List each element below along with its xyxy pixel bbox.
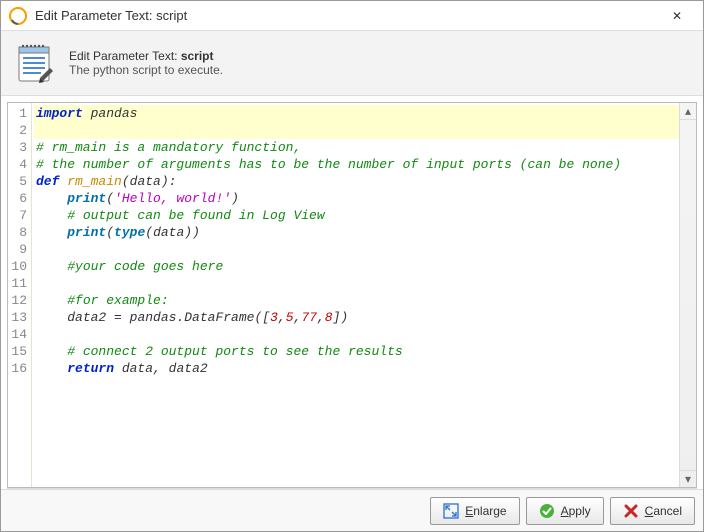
vertical-scrollbar[interactable]: ▴ ▾ bbox=[679, 103, 696, 487]
code-line[interactable]: import pandas bbox=[34, 105, 679, 122]
code-line[interactable] bbox=[34, 275, 679, 292]
window-title: Edit Parameter Text: script bbox=[35, 8, 657, 23]
header-heading-param: script bbox=[181, 49, 214, 63]
code-line[interactable]: def rm_main(data): bbox=[34, 173, 679, 190]
code-line[interactable]: #for example: bbox=[34, 292, 679, 309]
caret-down-icon: ▾ bbox=[685, 472, 691, 486]
code-line[interactable]: return data, data2 bbox=[34, 360, 679, 377]
title-bar: Edit Parameter Text: script ✕ bbox=[1, 1, 703, 31]
caret-up-icon: ▴ bbox=[685, 104, 691, 118]
check-icon bbox=[539, 503, 555, 519]
code-line[interactable]: print(type(data)) bbox=[34, 224, 679, 241]
header-heading: Edit Parameter Text: script bbox=[69, 49, 223, 63]
enlarge-button[interactable]: Enlarge bbox=[430, 497, 519, 525]
code-line[interactable]: # output can be found in Log View bbox=[34, 207, 679, 224]
app-icon bbox=[9, 7, 27, 25]
code-line[interactable] bbox=[34, 122, 679, 139]
dialog-window: Edit Parameter Text: script ✕ bbox=[0, 0, 704, 532]
code-editor[interactable]: 12345678910111213141516 import pandas # r… bbox=[7, 102, 697, 488]
header-text: Edit Parameter Text: script The python s… bbox=[69, 49, 223, 77]
code-content[interactable]: import pandas # rm_main is a mandatory fu… bbox=[32, 103, 679, 487]
window-title-param: script bbox=[156, 8, 187, 23]
line-number-gutter: 12345678910111213141516 bbox=[8, 103, 32, 487]
cancel-label: Cancel bbox=[645, 504, 682, 518]
code-line[interactable]: # the number of arguments has to be the … bbox=[34, 156, 679, 173]
code-line[interactable] bbox=[34, 241, 679, 258]
cancel-icon bbox=[623, 503, 639, 519]
apply-button[interactable]: Apply bbox=[526, 497, 604, 525]
code-line[interactable]: #your code goes here bbox=[34, 258, 679, 275]
scroll-down-button[interactable]: ▾ bbox=[680, 470, 696, 487]
window-title-prefix: Edit Parameter Text: bbox=[35, 8, 156, 23]
close-button[interactable]: ✕ bbox=[657, 2, 697, 30]
code-line[interactable] bbox=[34, 326, 679, 343]
close-icon: ✕ bbox=[672, 9, 682, 23]
editor-area: 12345678910111213141516 import pandas # r… bbox=[7, 102, 697, 489]
header-subtitle: The python script to execute. bbox=[69, 63, 223, 77]
scroll-up-button[interactable]: ▴ bbox=[680, 103, 696, 120]
code-line[interactable]: # rm_main is a mandatory function, bbox=[34, 139, 679, 156]
enlarge-icon bbox=[443, 503, 459, 519]
button-bar: Enlarge Apply Cancel bbox=[1, 489, 703, 531]
cancel-button[interactable]: Cancel bbox=[610, 497, 695, 525]
enlarge-label: Enlarge bbox=[465, 504, 506, 518]
code-line[interactable]: # connect 2 output ports to see the resu… bbox=[34, 343, 679, 360]
code-line[interactable]: data2 = pandas.DataFrame([3,5,77,8]) bbox=[34, 309, 679, 326]
header-heading-prefix: Edit Parameter Text: bbox=[69, 49, 181, 63]
notepad-icon bbox=[15, 41, 55, 85]
apply-label: Apply bbox=[561, 504, 591, 518]
header-panel: Edit Parameter Text: script The python s… bbox=[1, 31, 703, 96]
code-line[interactable]: print('Hello, world!') bbox=[34, 190, 679, 207]
